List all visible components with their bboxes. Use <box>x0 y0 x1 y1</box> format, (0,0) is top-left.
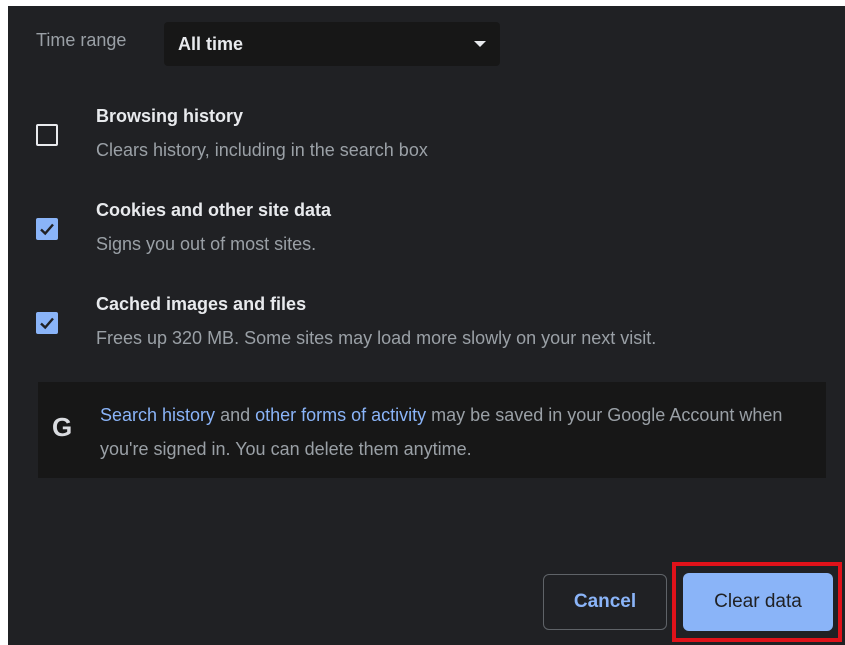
option-title: Cookies and other site data <box>96 200 332 220</box>
other-activity-link[interactable]: other forms of activity <box>255 405 426 425</box>
cookies-checkbox[interactable] <box>36 218 58 240</box>
cached-images-checkbox[interactable] <box>36 312 58 334</box>
google-g-icon: G <box>52 412 73 442</box>
option-description: Clears history, including in the search … <box>96 140 428 160</box>
clear-browsing-data-dialog: Time range All time Browsing history Cle… <box>8 6 845 645</box>
browsing-history-checkbox[interactable] <box>36 124 58 146</box>
option-description: Signs you out of most sites. <box>96 234 317 254</box>
option-cookies[interactable]: Cookies and other site data Signs you ou… <box>36 200 826 260</box>
option-cached-images[interactable]: Cached images and files Frees up 320 MB.… <box>36 294 826 354</box>
checkmark-icon <box>40 223 54 236</box>
dropdown-caret-icon <box>474 41 486 47</box>
clear-data-button[interactable]: Clear data <box>683 573 833 631</box>
option-title: Cached images and files <box>96 294 307 314</box>
option-description: Frees up 320 MB. Some sites may load mor… <box>96 328 657 348</box>
option-title: Browsing history <box>96 106 244 126</box>
option-browsing-history[interactable]: Browsing history Clears history, includi… <box>36 106 826 166</box>
time-range-select[interactable]: All time <box>164 22 500 66</box>
notice-text-part: and <box>215 405 256 425</box>
google-account-notice: G Search history and other forms of acti… <box>38 382 826 478</box>
notice-text: Search history and other forms of activi… <box>100 398 810 466</box>
search-history-link[interactable]: Search history <box>100 405 215 425</box>
time-range-label: Time range <box>36 30 127 50</box>
time-range-value: All time <box>178 33 244 54</box>
checkmark-icon <box>40 317 54 330</box>
cancel-button[interactable]: Cancel <box>543 574 667 630</box>
